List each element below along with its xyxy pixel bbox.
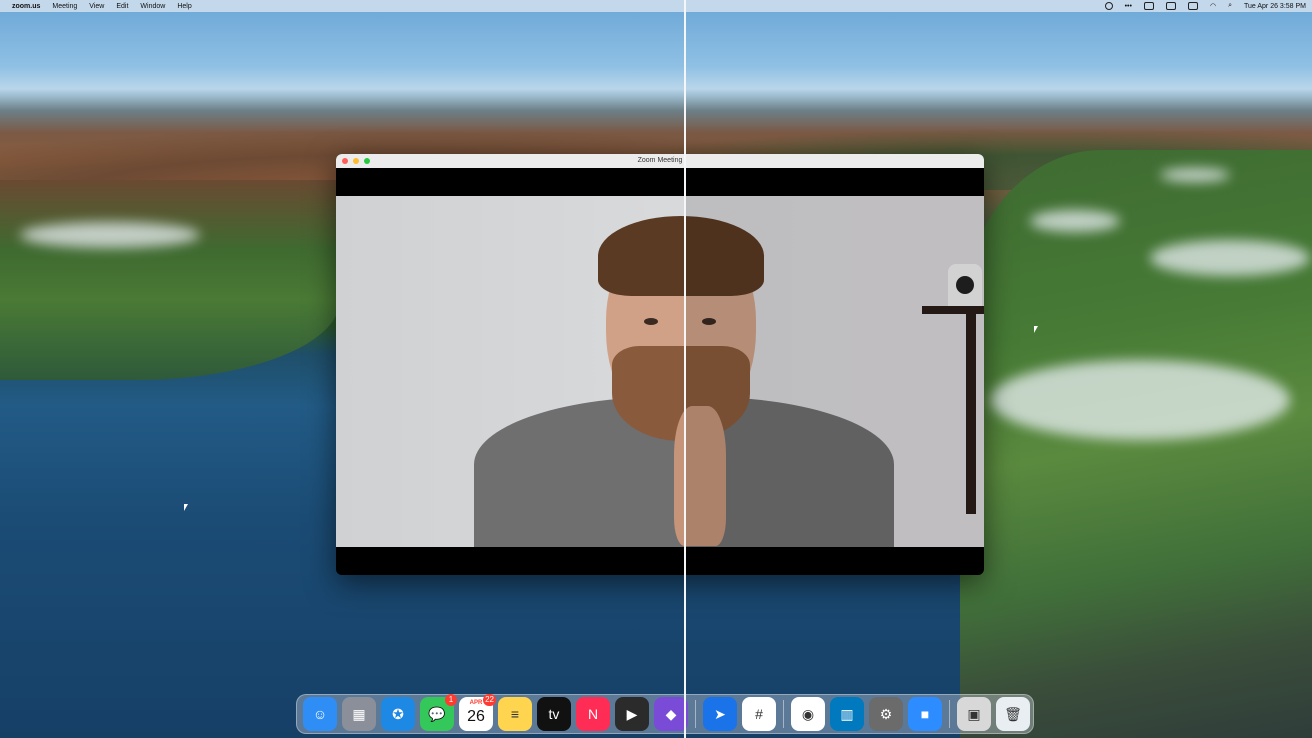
coastline-right xyxy=(960,150,1312,738)
display-icon[interactable] xyxy=(1165,2,1176,10)
search-icon[interactable]: ⌕ xyxy=(1228,2,1232,10)
dock-minimized-window[interactable]: ▣ xyxy=(957,697,991,731)
calendar-badge: 22 xyxy=(483,694,496,706)
coastline-left xyxy=(0,180,340,380)
dock-chrome[interactable]: ◉ xyxy=(791,697,825,731)
affinity-photo-icon: ◆ xyxy=(665,705,677,722)
trash-icon: 🗑 xyxy=(1004,705,1022,722)
dock-trello[interactable]: ▥ xyxy=(830,697,864,731)
window-titlebar[interactable]: Zoom Meeting xyxy=(336,154,984,168)
dock-spark[interactable]: ➤ xyxy=(703,697,737,731)
final-cut-icon: ▶ xyxy=(626,705,638,722)
launchpad-icon: ▦ xyxy=(352,705,366,722)
dock-trash[interactable]: 🗑 xyxy=(996,697,1030,731)
zoom-meeting-window: Zoom Meeting xyxy=(336,154,984,575)
app-menu[interactable]: zoom.us xyxy=(12,3,40,10)
slack-icon: # xyxy=(755,706,763,722)
menu-bar: zoom.us Meeting View Edit Window Help ••… xyxy=(0,0,1312,12)
chrome-icon: ◉ xyxy=(801,705,815,722)
cloud xyxy=(20,222,200,248)
spark-icon: ➤ xyxy=(714,705,726,722)
menu-meeting[interactable]: Meeting xyxy=(52,3,77,10)
cloud xyxy=(990,360,1290,440)
window-title: Zoom Meeting xyxy=(637,157,683,164)
cloud xyxy=(1030,210,1120,232)
dock-safari[interactable]: ✪ xyxy=(381,697,415,731)
news-icon: N xyxy=(587,706,599,722)
comparison-divider xyxy=(684,0,686,738)
clock[interactable]: Tue Apr 26 3:58 PM xyxy=(1244,3,1306,10)
messages-icon: 💬 xyxy=(428,705,446,722)
dock-slack[interactable]: # xyxy=(742,697,776,731)
dock: ☺ ▦ ✪ 💬 1 APR 26 22 ≡ tv N ▶ ◆ ➤ # ◉ ▥ ⚙ … xyxy=(296,694,1034,734)
dock-notes[interactable]: ≡ xyxy=(498,697,532,731)
dock-apple-tv[interactable]: tv xyxy=(537,697,571,731)
calendar-day: 26 xyxy=(467,708,485,725)
notes-icon: ≡ xyxy=(510,706,520,722)
apple-tv-icon: tv xyxy=(548,706,560,722)
window-thumbnail-icon: ▣ xyxy=(967,705,981,722)
menu-window[interactable]: Window xyxy=(140,3,165,10)
dock-system-preferences[interactable]: ⚙ xyxy=(869,697,903,731)
dock-zoom[interactable]: ■ xyxy=(908,697,942,731)
more-icon[interactable]: ••• xyxy=(1125,3,1132,10)
messages-badge: 1 xyxy=(445,694,457,706)
dock-messages[interactable]: 💬 1 xyxy=(420,694,457,731)
cloud xyxy=(1160,168,1230,182)
dock-finder[interactable]: ☺ xyxy=(303,697,337,731)
zoom-icon: ■ xyxy=(920,706,930,722)
dock-final-cut[interactable]: ▶ xyxy=(615,697,649,731)
menu-edit[interactable]: Edit xyxy=(116,3,128,10)
safari-icon: ✪ xyxy=(392,705,404,722)
mouse-cursor xyxy=(184,504,188,511)
dock-separator xyxy=(783,700,784,728)
battery-icon[interactable] xyxy=(1187,2,1198,10)
dock-calendar[interactable]: APR 26 22 xyxy=(459,694,496,731)
mouse-cursor xyxy=(1034,326,1038,333)
wifi-icon[interactable]: ◠ xyxy=(1210,2,1216,10)
cloud xyxy=(1150,240,1310,276)
gear-icon: ⚙ xyxy=(879,705,893,722)
dock-news[interactable]: N xyxy=(576,697,610,731)
comparison-overlay xyxy=(684,196,984,547)
video-feed[interactable] xyxy=(336,196,984,547)
dock-affinity-photo[interactable]: ◆ xyxy=(654,697,688,731)
control-icon[interactable] xyxy=(1143,2,1154,10)
recording-icon[interactable] xyxy=(1104,2,1113,10)
trello-icon: ▥ xyxy=(840,705,854,722)
menu-help[interactable]: Help xyxy=(177,3,191,10)
dock-launchpad[interactable]: ▦ xyxy=(342,697,376,731)
dock-separator xyxy=(949,700,950,728)
dock-separator xyxy=(695,700,696,728)
participant-eye xyxy=(644,318,658,325)
menu-view[interactable]: View xyxy=(89,3,104,10)
finder-icon: ☺ xyxy=(312,706,328,722)
